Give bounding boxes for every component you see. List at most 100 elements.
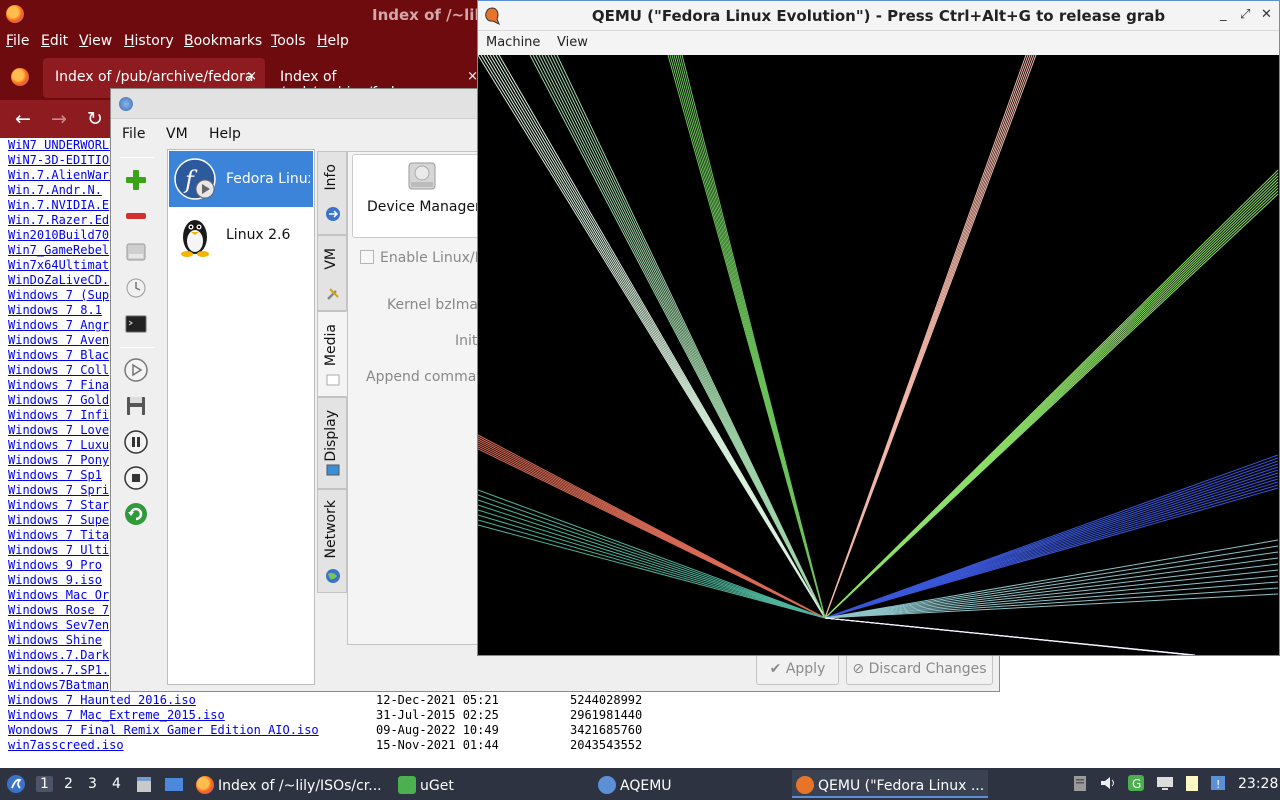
file-link[interactable]: Win2010Build70 <box>8 228 109 243</box>
file-link[interactable]: WiN7 UNDERWORLD <box>8 138 116 153</box>
folder-icon[interactable] <box>163 774 185 794</box>
menu-edit[interactable]: Edit <box>41 33 68 49</box>
file-link[interactable]: Windows Mac Or <box>8 588 109 603</box>
file-link[interactable]: Windows 7 Sp1 <box>8 468 102 483</box>
update-icon[interactable]: ! <box>1208 773 1228 793</box>
file-link[interactable]: Windows 7 Angr <box>8 318 109 333</box>
stop-icon[interactable] <box>120 463 152 493</box>
file-link[interactable]: Windows.7.SP1. <box>8 663 109 678</box>
minimize-icon[interactable]: _ <box>1220 7 1227 22</box>
file-link[interactable]: Windows 7 Tita <box>8 528 109 543</box>
menu-tools[interactable]: Tools <box>271 33 306 49</box>
file-link[interactable]: Windows 7 Star <box>8 498 109 513</box>
file-link[interactable]: Wondows 7 Final Remix Gamer Edition AIO.… <box>8 723 319 738</box>
menu-history[interactable]: History <box>124 33 174 49</box>
file-link[interactable]: Windows 7 Love <box>8 423 109 438</box>
tab-display[interactable]: Display <box>317 397 347 489</box>
file-link[interactable]: Windows 9 Pro <box>8 558 102 573</box>
file-link[interactable]: WiN7-3D-EDITION <box>8 153 116 168</box>
terminal-icon[interactable] <box>120 309 152 339</box>
volume-icon[interactable] <box>1098 773 1118 793</box>
apply-button[interactable]: ✔ Apply <box>756 653 839 685</box>
file-link[interactable]: Windows 7 Coll <box>8 363 109 378</box>
maximize-icon[interactable]: ⤢ <box>1240 7 1250 22</box>
firefox-view-icon[interactable] <box>11 68 29 86</box>
clipboard-icon[interactable] <box>1070 773 1090 793</box>
discard-changes-button[interactable]: ⊘ Discard Changes <box>846 653 993 685</box>
file-link[interactable]: Windows 7 Luxu <box>8 438 109 453</box>
tab-media[interactable]: Media <box>317 311 347 397</box>
file-link[interactable]: Windows 7 Gold <box>8 393 109 408</box>
file-link[interactable]: Win.7.AlienWare <box>8 168 116 183</box>
task-uget[interactable]: uGet <box>398 770 468 798</box>
file-link[interactable]: Win.7.Razer.Ed <box>8 213 109 228</box>
file-link[interactable]: Windows 7 Spri <box>8 483 109 498</box>
aqemu-menu-help[interactable]: Help <box>209 126 241 142</box>
file-link[interactable]: Windows 7 (Sup <box>8 288 109 303</box>
pause-icon[interactable] <box>120 427 152 457</box>
menu-file[interactable]: File <box>6 33 29 49</box>
file-link[interactable]: Win.7.Andr.N. <box>8 183 102 198</box>
file-link[interactable]: Win7_GameRebel <box>8 243 109 258</box>
play-icon[interactable] <box>120 355 152 385</box>
workspace-2[interactable]: 2 <box>64 776 73 792</box>
reset-icon[interactable] <box>120 499 152 529</box>
uget-tray-icon[interactable]: G <box>1126 773 1146 793</box>
tab-info[interactable]: Info <box>317 151 347 235</box>
file-link[interactable]: Win.7.NVIDIA.E <box>8 198 109 213</box>
aqemu-menu-file[interactable]: File <box>122 126 145 142</box>
network-icon[interactable] <box>1155 773 1175 793</box>
file-link[interactable]: Windows Sev7en <box>8 618 109 633</box>
file-link[interactable]: Windows Rose 7 <box>8 603 109 618</box>
clock-icon[interactable] <box>120 273 152 303</box>
vm-item-fedora[interactable]: f Fedora Linux Evolution <box>169 151 313 207</box>
task-aqemu[interactable]: AQEMU <box>598 770 678 798</box>
task-qemu[interactable]: QEMU ("Fedora Linux ... <box>792 770 988 798</box>
vm-item-linux[interactable]: Linux 2.6 <box>169 207 313 263</box>
file-link[interactable]: Windows 7 Blac <box>8 348 109 363</box>
file-link[interactable]: Windows 7 Fina <box>8 378 109 393</box>
notes-icon[interactable] <box>1182 773 1202 793</box>
remove-vm-icon[interactable] <box>120 201 152 231</box>
forward-icon[interactable]: → <box>51 108 67 130</box>
file-link[interactable]: Windows 7 Ulti <box>8 543 109 558</box>
qemu-menu-view[interactable]: View <box>557 35 588 50</box>
file-link[interactable]: Windows 7 Haunted 2016.iso <box>8 693 196 708</box>
file-link[interactable]: Windows 7 Mac_Extreme_2015.iso <box>8 708 225 723</box>
file-link[interactable]: WinDoZaLiveCD. <box>8 273 109 288</box>
add-vm-icon[interactable] <box>120 165 152 195</box>
tab-network[interactable]: Network <box>317 489 347 593</box>
start-menu-icon[interactable] <box>6 774 26 794</box>
file-link[interactable]: Windows 9.iso <box>8 573 102 588</box>
workspace-4[interactable]: 4 <box>112 776 121 792</box>
task-firefox[interactable]: Index of /~lily/ISOs/cr... <box>196 770 386 798</box>
file-link[interactable]: win7asscreed.iso <box>8 738 124 753</box>
file-link[interactable]: Windows 7 Supe <box>8 513 109 528</box>
menu-bookmarks[interactable]: Bookmarks <box>184 33 262 49</box>
workspace-1[interactable]: 1 <box>36 776 53 792</box>
file-link[interactable]: Windows 7 Aven <box>8 333 109 348</box>
reload-icon[interactable]: ↻ <box>87 108 103 130</box>
close-icon[interactable]: ✕ <box>1261 7 1272 22</box>
guest-screen[interactable] <box>478 55 1279 655</box>
qemu-titlebar[interactable]: QEMU ("Fedora Linux Evolution") - Press … <box>478 1 1279 31</box>
aqemu-menu-vm[interactable]: VM <box>166 126 188 142</box>
save-state-icon[interactable] <box>120 391 152 421</box>
menu-help[interactable]: Help <box>317 33 349 49</box>
file-link[interactable]: Windows 7 Pony <box>8 453 109 468</box>
file-link[interactable]: Windows 7 Infi <box>8 408 109 423</box>
file-link[interactable]: Windows.7.Dark <box>8 648 109 663</box>
workspace-3[interactable]: 3 <box>88 776 97 792</box>
qemu-menu-machine[interactable]: Machine <box>486 35 540 50</box>
enable-linux-boot-checkbox[interactable]: Enable Linux/M <box>360 250 487 266</box>
tab-close-icon[interactable]: × <box>246 69 257 84</box>
file-link[interactable]: Windows7Batman <box>8 678 109 693</box>
file-link[interactable]: Win7x64Ultimat <box>8 258 109 273</box>
back-icon[interactable]: ← <box>15 108 31 130</box>
menu-view[interactable]: View <box>79 33 112 49</box>
file-manager-icon[interactable] <box>135 774 153 794</box>
checkbox-box[interactable] <box>360 250 374 264</box>
file-link[interactable]: Windows Shine <box>8 633 102 648</box>
device-manager-button[interactable]: Device Manager <box>352 154 482 238</box>
file-link[interactable]: Windows 7 8.1 <box>8 303 102 318</box>
